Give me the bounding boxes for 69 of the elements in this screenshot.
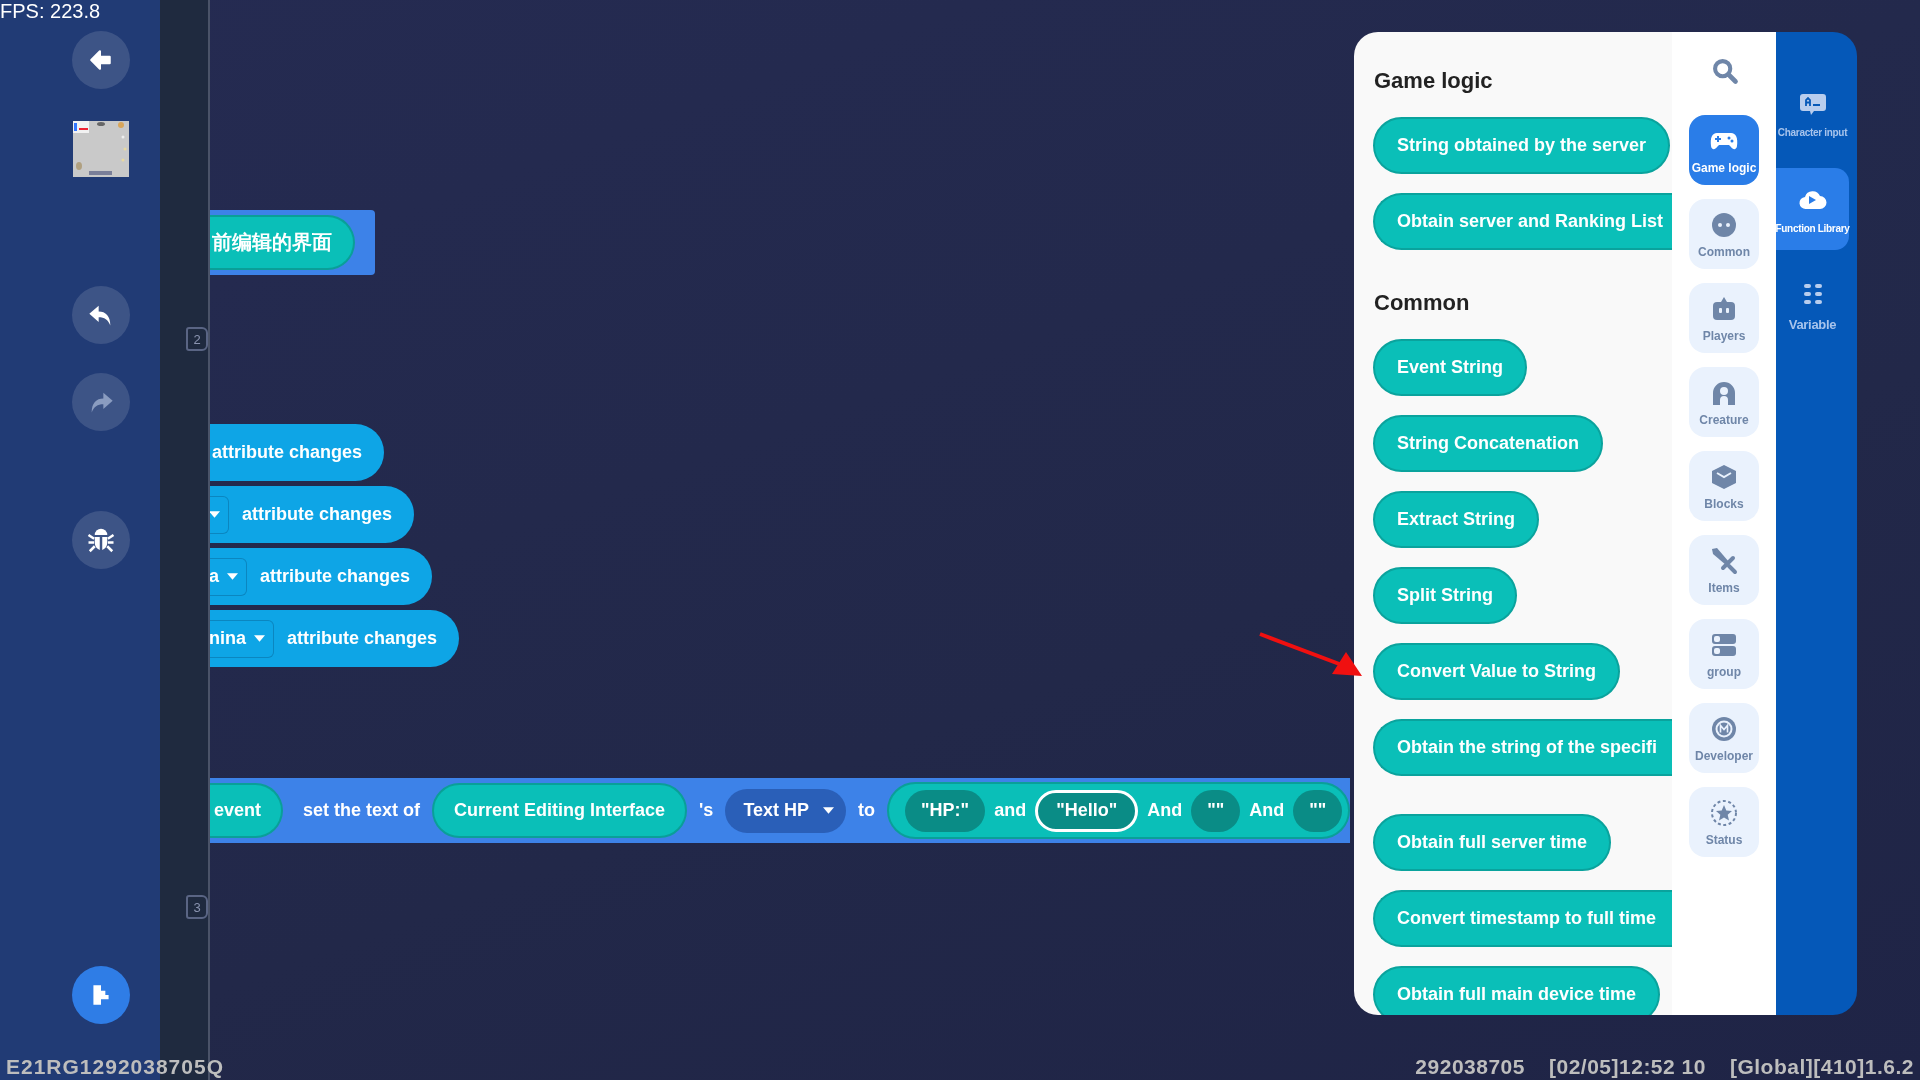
side-tab[interactable]: Function Library: [1776, 168, 1849, 250]
block-label: and: [994, 800, 1027, 821]
category-tab[interactable]: Creature: [1689, 367, 1759, 437]
palette-block[interactable]: Obtain full server time: [1373, 814, 1612, 871]
line-number: 3: [186, 895, 208, 919]
block-label: attribute changes: [287, 628, 438, 649]
block-label: attribute changes: [242, 504, 393, 525]
palette-block[interactable]: Split String: [1373, 567, 1517, 624]
string-block[interactable]: "Hello": [1035, 789, 1139, 832]
palette-block[interactable]: String obtained by the server: [1373, 117, 1671, 174]
string-block[interactable]: "": [1191, 789, 1241, 832]
caret-icon: [210, 511, 220, 518]
block-label: And: [1147, 800, 1183, 821]
dropdown[interactable]: Text HP: [725, 788, 847, 833]
line-number: 2: [186, 327, 208, 351]
palette-block[interactable]: Extract String: [1373, 491, 1540, 548]
palette-block[interactable]: Convert Value to String: [1373, 643, 1621, 700]
caret-icon: [823, 807, 835, 814]
string-block[interactable]: "HP:": [905, 789, 986, 832]
category-tab[interactable]: Common: [1689, 199, 1759, 269]
sword-icon: [1709, 545, 1739, 576]
version-label: [Global][410]1.6.2: [1729, 1055, 1914, 1079]
dropdown-value: nina: [210, 628, 246, 649]
palette-block[interactable]: Event String: [1373, 339, 1527, 396]
dropdown[interactable]: a: [210, 557, 247, 596]
category-tab[interactable]: Developer: [1689, 703, 1759, 773]
caret-icon: [227, 573, 238, 580]
user-id: 292038705: [1415, 1055, 1525, 1079]
device-id: E21RG1292038705Q: [6, 1055, 224, 1079]
timestamp: [02/05]12:52 10: [1549, 1055, 1706, 1079]
statement-block[interactable]: event set the text of Current Editing Interface 's Text HP to "HP:" and "Hello" And "" And "": [210, 778, 1351, 843]
block-label: attribute changes: [260, 566, 411, 587]
palette-block[interactable]: Obtain full main device time: [1373, 966, 1661, 1015]
trigger-block[interactable]: attribute changes: [210, 486, 415, 543]
dropdown[interactable]: nina: [210, 619, 274, 658]
section-title: Common: [1374, 289, 1471, 317]
category-tab[interactable]: group: [1689, 619, 1759, 689]
block-label: set the text of: [303, 800, 421, 821]
string-block[interactable]: "": [1293, 789, 1343, 832]
value-block[interactable]: Current Editing Interface: [432, 783, 688, 838]
category-tab[interactable]: Items: [1689, 535, 1759, 605]
block-label: And: [1249, 800, 1285, 821]
value-block[interactable]: event: [210, 783, 284, 838]
trigger-block[interactable]: attribute changes: [210, 424, 385, 481]
block-label: to: [858, 800, 876, 821]
trigger-block[interactable]: nina attribute changes: [210, 610, 460, 667]
section-title: Game logic: [1374, 67, 1494, 95]
join-block[interactable]: "HP:" and "Hello" And "" And "": [887, 782, 1351, 839]
block-label: 's: [699, 800, 714, 821]
fps-counter: FPS: 223.8: [0, 0, 101, 23]
search-icon[interactable]: [1711, 57, 1739, 85]
caret-icon: [254, 635, 265, 642]
block-label: attribute changes: [212, 442, 363, 463]
dropdown-value: a: [210, 566, 219, 587]
side-tab[interactable]: Variable: [1776, 264, 1849, 346]
category-tab[interactable]: Blocks: [1689, 451, 1759, 521]
code-block[interactable]: 前编辑的界面: [210, 210, 375, 275]
category-tab[interactable]: Players: [1689, 283, 1759, 353]
category-tab[interactable]: Game logic: [1689, 115, 1759, 185]
trigger-block[interactable]: a attribute changes: [210, 548, 433, 605]
category-tab[interactable]: Status: [1689, 787, 1759, 857]
arrow-left-icon: [88, 47, 114, 73]
palette-block[interactable]: Obtain server and Ranking List: [1373, 193, 1672, 250]
palette-block[interactable]: String Concatenation: [1373, 415, 1603, 472]
palette-block[interactable]: Obtain the string of the specifi: [1373, 719, 1672, 776]
side-tab[interactable]: Character input: [1776, 72, 1849, 154]
palette-block[interactable]: Convert timestamp to full time: [1373, 890, 1672, 947]
dropdown[interactable]: [210, 495, 229, 534]
text-block[interactable]: 前编辑的界面: [210, 215, 355, 270]
